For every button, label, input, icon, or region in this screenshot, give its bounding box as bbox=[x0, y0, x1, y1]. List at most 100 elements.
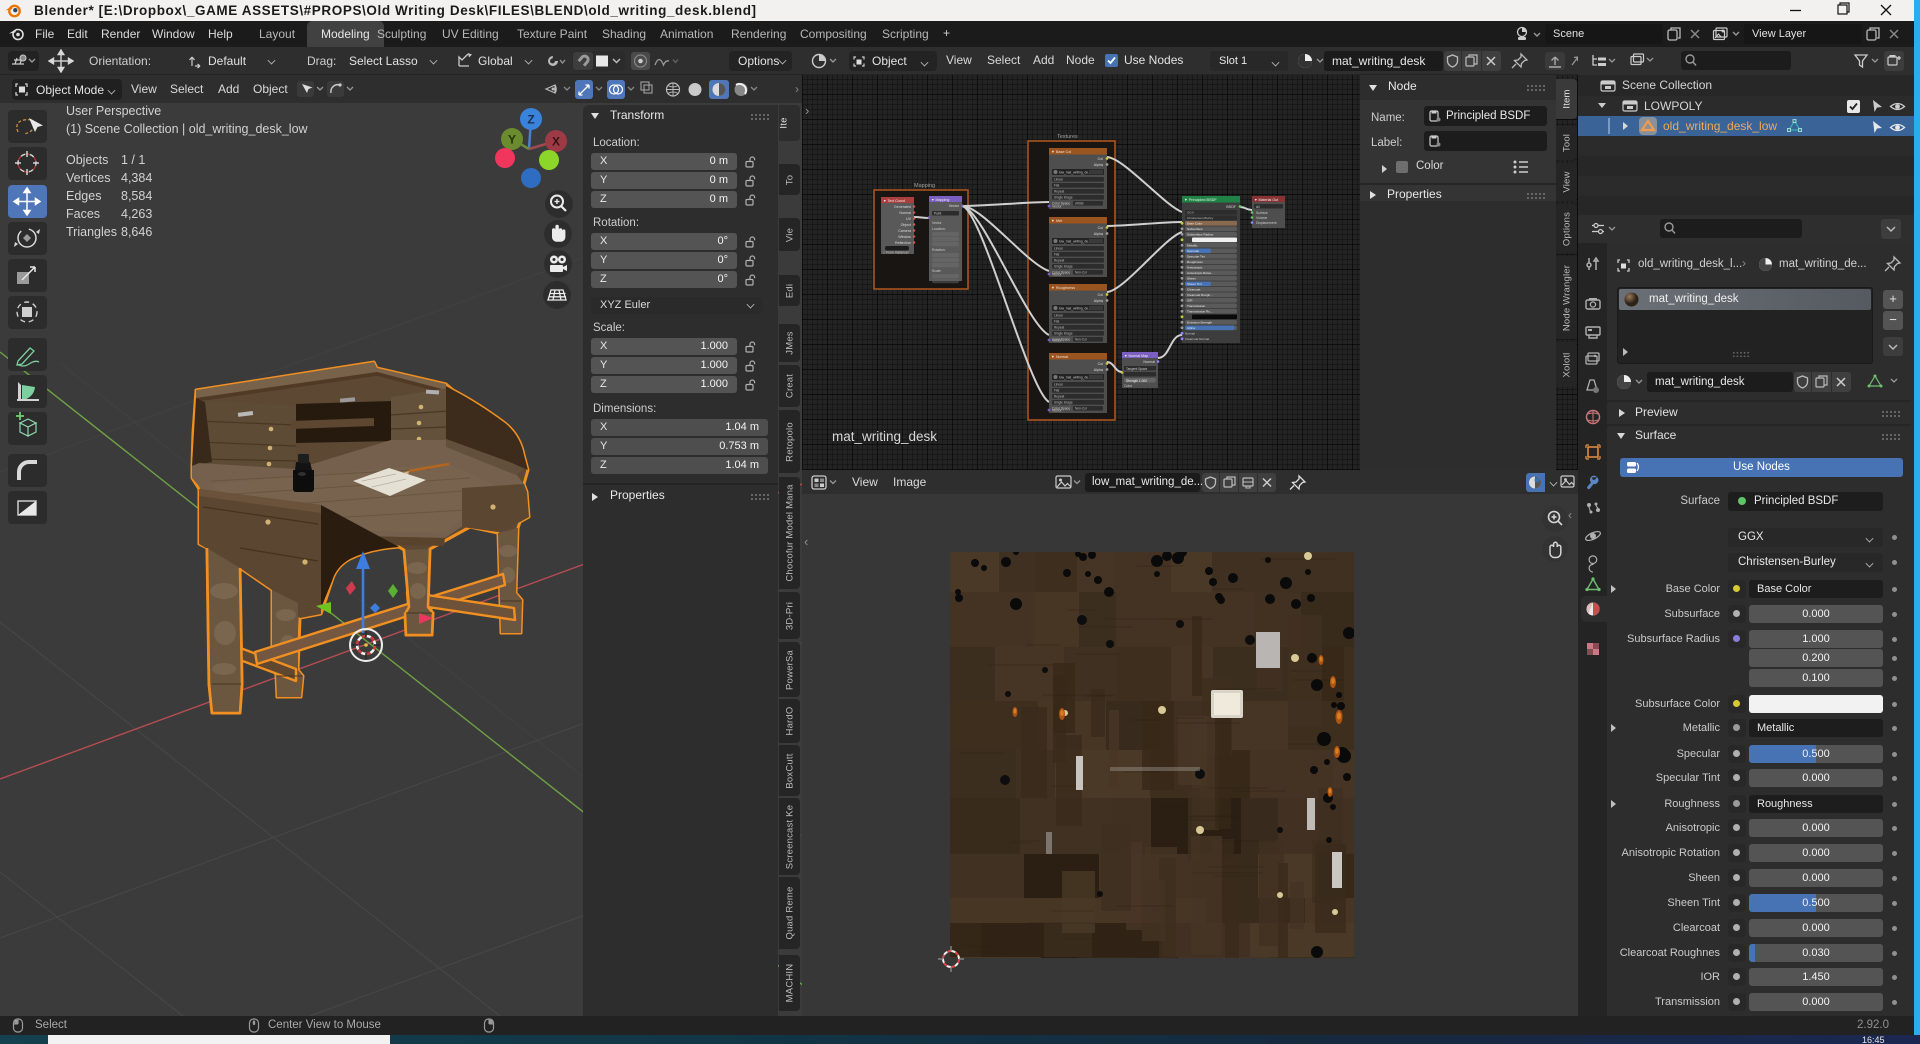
svg-text:Edges: Edges bbox=[66, 189, 101, 203]
svg-text:8,584: 8,584 bbox=[121, 189, 152, 203]
svg-text:4,263: 4,263 bbox=[121, 207, 152, 221]
svg-text:Flat: Flat bbox=[1054, 184, 1059, 188]
svg-text:▼ Mapping: ▼ Mapping bbox=[931, 198, 949, 202]
svg-text:Transmission Ro...: Transmission Ro... bbox=[1187, 310, 1213, 314]
svg-text:Vertices: Vertices bbox=[66, 171, 110, 185]
svg-text:Single Image: Single Image bbox=[1054, 196, 1073, 200]
svg-text:Christensen-Burley: Christensen-Burley bbox=[1187, 216, 1214, 220]
svg-text:▼ Text Coord: ▼ Text Coord bbox=[883, 199, 905, 203]
svg-text:Normal: Normal bbox=[899, 211, 911, 215]
svg-text:Alpha: Alpha bbox=[1187, 326, 1195, 330]
svg-text:Normal: Normal bbox=[1185, 332, 1195, 336]
svg-text:Col: Col bbox=[1098, 362, 1104, 366]
svg-text:mat_writing_desk: mat_writing_desk bbox=[832, 429, 937, 444]
svg-text:low_mat_writing_de...: low_mat_writing_de... bbox=[1059, 307, 1091, 311]
svg-text:Repeat: Repeat bbox=[1054, 326, 1064, 330]
svg-text:Single Image: Single Image bbox=[1054, 265, 1073, 269]
svg-text:Point: Point bbox=[934, 212, 941, 216]
svg-text:Generated: Generated bbox=[894, 205, 911, 209]
svg-text:Surface: Surface bbox=[1256, 211, 1268, 215]
svg-text:Base Color: Base Color bbox=[1187, 222, 1202, 226]
svg-text:Sheen Tint: Sheen Tint bbox=[1187, 282, 1202, 286]
svg-text:Alpha: Alpha bbox=[1094, 368, 1103, 372]
svg-text:Linear: Linear bbox=[1054, 383, 1064, 387]
svg-text:Location:: Location: bbox=[932, 227, 946, 231]
svg-text:▼ Material Out: ▼ Material Out bbox=[1254, 198, 1278, 202]
svg-text:Linear: Linear bbox=[1054, 178, 1064, 182]
svg-text:Window: Window bbox=[898, 235, 911, 239]
svg-text:Vector: Vector bbox=[932, 221, 942, 225]
svg-text:Specular Tint: Specular Tint bbox=[1187, 255, 1205, 259]
svg-text:Linear: Linear bbox=[1054, 247, 1064, 251]
svg-text:4,384: 4,384 bbox=[121, 171, 152, 185]
svg-text:Y: Y bbox=[508, 133, 516, 147]
svg-text:Repeat: Repeat bbox=[1054, 190, 1064, 194]
svg-text:Clearcoat: Clearcoat bbox=[1187, 288, 1200, 292]
svg-text:Vector: Vector bbox=[1052, 205, 1062, 209]
svg-text:IOR: IOR bbox=[1187, 299, 1193, 303]
svg-text:Textures: Textures bbox=[1057, 134, 1078, 140]
svg-text:Emission Strength: Emission Strength bbox=[1187, 321, 1212, 325]
svg-text:›: › bbox=[805, 103, 809, 118]
svg-text:Triangles: Triangles bbox=[66, 225, 117, 239]
svg-text:Strength 1.000: Strength 1.000 bbox=[1126, 379, 1147, 383]
svg-text:X: X bbox=[552, 135, 560, 149]
svg-text:Mapping: Mapping bbox=[914, 183, 935, 189]
svg-text:Volume: Volume bbox=[1256, 216, 1267, 220]
svg-text:low_mat_writing_de...: low_mat_writing_de... bbox=[1059, 171, 1091, 175]
svg-text:▼ Base Col: ▼ Base Col bbox=[1051, 150, 1071, 154]
svg-text:□ From Instancer: □ From Instancer bbox=[883, 251, 910, 255]
svg-text:Clearcoat Rough...: Clearcoat Rough... bbox=[1187, 293, 1213, 297]
svg-text:Anisotropic: Anisotropic bbox=[1187, 266, 1203, 270]
svg-text:Flat: Flat bbox=[1054, 253, 1059, 257]
svg-text:sRGB: sRGB bbox=[1075, 202, 1084, 206]
svg-text:Alpha: Alpha bbox=[1094, 163, 1103, 167]
svg-text:Alpha: Alpha bbox=[1094, 299, 1103, 303]
svg-text:Transmission: Transmission bbox=[1187, 304, 1206, 308]
svg-text:Linear: Linear bbox=[1054, 314, 1064, 318]
svg-text:Vector: Vector bbox=[949, 204, 960, 208]
svg-text:Tangent Space: Tangent Space bbox=[1126, 367, 1147, 371]
svg-text:1 / 1: 1 / 1 bbox=[121, 153, 145, 167]
svg-text:Clearcoat Normal: Clearcoat Normal bbox=[1185, 337, 1209, 341]
svg-text:Vector: Vector bbox=[1052, 339, 1062, 343]
svg-text:Displacement: Displacement bbox=[1256, 221, 1277, 225]
svg-text:Metallic: Metallic bbox=[1187, 244, 1198, 248]
svg-text:Faces: Faces bbox=[66, 207, 100, 221]
svg-text:Vector: Vector bbox=[1052, 273, 1062, 277]
svg-text:Sheen: Sheen bbox=[1187, 277, 1196, 281]
svg-text:Col: Col bbox=[1098, 226, 1104, 230]
svg-text:Non-Col: Non-Col bbox=[1075, 407, 1087, 411]
svg-text:8,646: 8,646 bbox=[121, 225, 152, 239]
svg-text:Vector: Vector bbox=[1052, 409, 1062, 413]
svg-text:Z: Z bbox=[527, 113, 534, 127]
svg-text:Camera: Camera bbox=[898, 229, 911, 233]
svg-text:Rotation:: Rotation: bbox=[932, 248, 946, 252]
svg-text:Normal: Normal bbox=[1143, 360, 1155, 364]
svg-text:Objects: Objects bbox=[66, 153, 108, 167]
svg-text:Repeat: Repeat bbox=[1054, 259, 1064, 263]
svg-text:low_mat_writing_de...: low_mat_writing_de... bbox=[1059, 240, 1091, 244]
svg-text:Subsurface: Subsurface bbox=[1187, 227, 1203, 231]
svg-text:low_mat_writing_de...: low_mat_writing_de... bbox=[1059, 376, 1091, 380]
svg-text:Non-Col: Non-Col bbox=[1075, 271, 1087, 275]
svg-text:User Perspective: User Perspective bbox=[66, 104, 161, 118]
svg-text:Single Image: Single Image bbox=[1054, 332, 1073, 336]
svg-text:▼ Principled BSDF: ▼ Principled BSDF bbox=[1184, 198, 1217, 202]
svg-text:Repeat: Repeat bbox=[1054, 395, 1064, 399]
svg-text:▼ Roughness: ▼ Roughness bbox=[1051, 286, 1075, 290]
svg-text:Specular: Specular bbox=[1187, 249, 1199, 253]
svg-text:Object: Object bbox=[901, 223, 911, 227]
svg-text:UV: UV bbox=[906, 217, 912, 221]
svg-text:Alpha: Alpha bbox=[1094, 232, 1103, 236]
svg-text:Single Image: Single Image bbox=[1054, 401, 1073, 405]
svg-text:Anisotropic Rotat...: Anisotropic Rotat... bbox=[1187, 271, 1213, 275]
svg-text:Col: Col bbox=[1098, 293, 1104, 297]
svg-text:All: All bbox=[1256, 205, 1260, 209]
svg-text:Reflection: Reflection bbox=[895, 241, 911, 245]
svg-text:Roughness: Roughness bbox=[1187, 260, 1203, 264]
svg-text:Non-Col: Non-Col bbox=[1075, 338, 1087, 342]
svg-text:▼ Met: ▼ Met bbox=[1051, 219, 1063, 223]
svg-text:▼ Normal Map: ▼ Normal Map bbox=[1124, 354, 1148, 358]
svg-text:Col: Col bbox=[1098, 157, 1104, 161]
